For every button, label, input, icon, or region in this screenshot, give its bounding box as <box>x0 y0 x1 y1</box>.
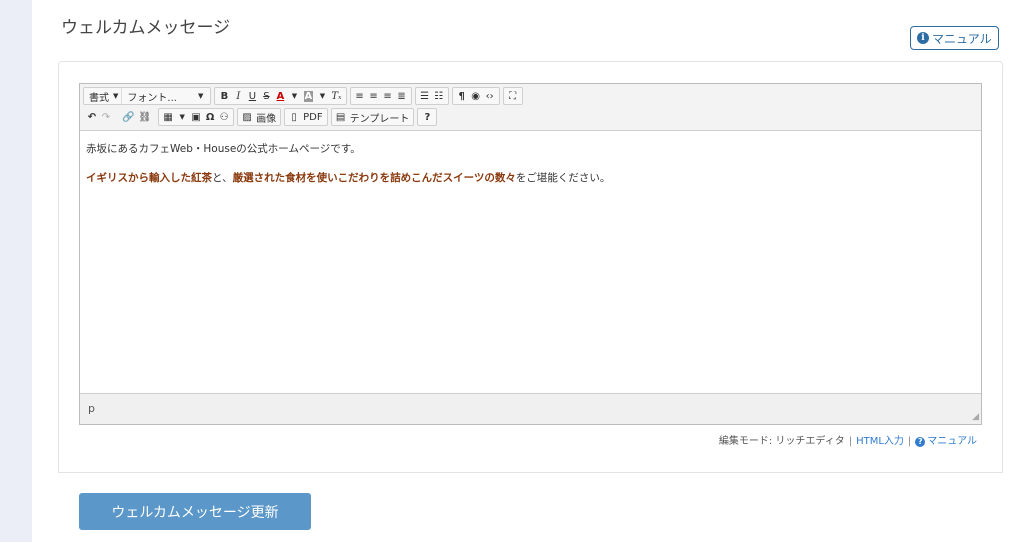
chevron-down-icon[interactable]: ▼ <box>287 88 301 104</box>
undo-icon[interactable]: ↶ <box>85 109 99 125</box>
manual-link[interactable]: マニュアル <box>927 436 977 447</box>
manual-button-label: マニュアル <box>932 31 992 46</box>
plain-text: と、 <box>212 172 233 184</box>
align-right-icon[interactable]: ≡ <box>381 88 395 104</box>
link-group: 🔗 ⛓ <box>118 108 155 126</box>
numbered-list-icon[interactable]: ☷ <box>432 88 446 104</box>
font-dropdown[interactable]: フォント... ▼ <box>124 88 206 104</box>
info-icon: i <box>917 32 929 44</box>
align-center-icon[interactable]: ≡ <box>367 88 381 104</box>
resize-handle-icon[interactable]: ◢ <box>972 412 979 422</box>
editor-content[interactable]: 赤坂にあるカフェWeb・Houseの公式ホームページです。 イギリスから輸入した… <box>80 131 981 393</box>
maximize-group: ⛶ <box>502 87 523 105</box>
special-char-icon[interactable]: Ω <box>203 109 217 125</box>
html-input-link[interactable]: HTML入力 <box>856 436 904 447</box>
align-group: ≡ ≡ ≡ ≣ <box>349 87 412 105</box>
view-group: ¶ ◉ ‹› <box>451 87 500 105</box>
plain-text: をご堪能ください。 <box>515 172 611 184</box>
find-binoculars-icon[interactable]: ⚇ <box>217 109 231 125</box>
history-group: ↶ ↷ <box>83 108 115 126</box>
template-icon: ▤ <box>335 111 346 123</box>
preview-eye-icon[interactable]: ◉ <box>469 88 483 104</box>
link-icon[interactable]: 🔗 <box>120 109 136 125</box>
background-color-icon[interactable]: A <box>303 90 314 102</box>
update-welcome-message-button[interactable]: ウェルカムメッセージ更新 <box>79 493 311 530</box>
element-path-bar: p ◢ <box>80 393 981 424</box>
pdf-button[interactable]: ▯ PDF <box>284 108 328 126</box>
redo-icon[interactable]: ↷ <box>99 109 113 125</box>
toolbar-row-2: ↶ ↷ 🔗 ⛓ ▦ ▼ ▣ Ω ⚇ ▨ 画像 ▯ PDF ▤ テンプレート ? <box>83 107 978 127</box>
maximize-icon[interactable]: ⛶ <box>506 88 520 104</box>
insert-group: ▦ ▼ ▣ Ω ⚇ <box>158 108 235 126</box>
left-rail <box>0 0 32 542</box>
page-title: ウェルカムメッセージ <box>61 18 231 38</box>
chevron-down-icon: ▼ <box>198 92 204 100</box>
chevron-down-icon[interactable]: ▼ <box>315 88 329 104</box>
element-path[interactable]: p <box>88 402 95 415</box>
align-justify-icon[interactable]: ≣ <box>395 88 409 104</box>
font-dropdown-label: フォント... <box>127 92 177 104</box>
format-dropdown[interactable]: 書式 ▼ <box>86 88 123 104</box>
style-group: 書式 ▼ フォント... ▼ <box>83 87 212 105</box>
image-button-label: 画像 <box>256 113 277 125</box>
editor-toolbar: 書式 ▼ フォント... ▼ B I U S A ▼ A ▼ Tₓ ≡ ≡ ≡ ≣ <box>80 84 981 131</box>
list-group: ☰ ☷ <box>414 87 449 105</box>
strikethrough-icon[interactable]: S <box>259 88 273 104</box>
paragraph-mark-icon[interactable]: ¶ <box>455 88 469 104</box>
separator: | <box>907 436 912 447</box>
template-button[interactable]: ▤ テンプレート <box>330 108 415 126</box>
document-icon: ▯ <box>291 111 297 123</box>
basic-style-group: B I U S A ▼ A ▼ Tₓ <box>214 87 347 105</box>
chevron-down-icon: ▼ <box>113 92 119 100</box>
text-color-icon[interactable]: A <box>273 88 287 104</box>
highlight-text: イギリスから輸入した紅茶 <box>86 172 212 184</box>
format-dropdown-label: 書式 <box>89 92 109 104</box>
underline-icon[interactable]: U <box>245 88 259 104</box>
content-line-2: イギリスから輸入した紅茶と、厳選された食材を使いこだわりを詰めこんだスイーツの数… <box>86 170 975 185</box>
bold-icon[interactable]: B <box>217 88 231 104</box>
media-embed-icon[interactable]: ▣ <box>189 109 203 125</box>
source-code-icon[interactable]: ‹› <box>483 88 497 104</box>
help-icon[interactable]: ? <box>420 109 434 125</box>
question-icon: ? <box>915 436 926 447</box>
edit-mode-label: 編集モード: リッチエディタ <box>718 436 845 447</box>
rich-text-editor: 書式 ▼ フォント... ▼ B I U S A ▼ A ▼ Tₓ ≡ ≡ ≡ ≣ <box>79 83 982 425</box>
italic-icon[interactable]: I <box>231 88 245 104</box>
help-group: ? <box>417 108 438 126</box>
remove-format-icon[interactable]: Tₓ <box>329 88 343 104</box>
content-line-1: 赤坂にあるカフェWeb・Houseの公式ホームページです。 <box>86 143 361 155</box>
image-button[interactable]: ▨ 画像 <box>237 108 282 126</box>
pdf-button-label: PDF <box>303 111 323 123</box>
table-icon[interactable]: ▦ <box>161 109 175 125</box>
highlight-text: 厳選された食材を使いこだわりを詰めこんだスイーツの数々 <box>232 172 516 184</box>
chevron-down-icon[interactable]: ▼ <box>175 109 189 125</box>
edit-mode-line: 編集モード: リッチエディタ | HTML入力 |? マニュアル <box>719 432 977 447</box>
manual-button[interactable]: i マニュアル <box>910 26 999 50</box>
unlink-icon[interactable]: ⛓ <box>136 109 153 125</box>
toolbar-row-1: 書式 ▼ フォント... ▼ B I U S A ▼ A ▼ Tₓ ≡ ≡ ≡ ≣ <box>83 86 978 106</box>
align-left-icon[interactable]: ≡ <box>353 88 367 104</box>
bulleted-list-icon[interactable]: ☰ <box>418 88 432 104</box>
image-icon: ▨ <box>242 111 252 123</box>
template-button-label: テンプレート <box>349 113 410 125</box>
separator: | <box>848 436 853 447</box>
